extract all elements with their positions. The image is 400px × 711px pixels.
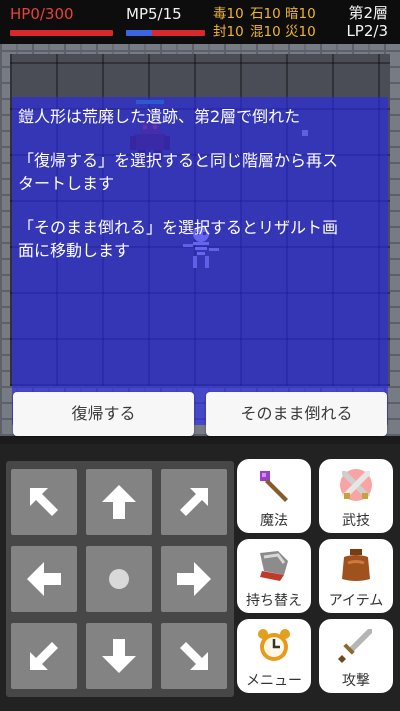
mp-bar (126, 30, 205, 36)
status-seal: 封10 (213, 24, 244, 40)
wait-dot-icon (109, 569, 129, 589)
dialog-message-line: タートします (18, 174, 115, 193)
arrow-up-right-icon (180, 488, 208, 516)
dialog-message-line: 「そのまま倒れる」を選択するとリザルト画 (18, 218, 339, 237)
swap-weapon-label: 持ち替え (246, 593, 302, 609)
mp-bar-fill (126, 30, 153, 36)
arrow-up-icon (102, 485, 136, 519)
status-disaster: 災10 (285, 24, 316, 40)
status-stone: 石10 (250, 6, 281, 22)
dialog-message-line: 「復帰する」を選択すると同じ階層から再ス (18, 151, 339, 170)
dialog-message-line: 面に移動します (18, 241, 131, 260)
attack-label: 攻撃 (342, 673, 370, 689)
sword-icon (338, 629, 372, 663)
magic-button[interactable]: 魔法 (237, 459, 311, 533)
dpad-right-button[interactable] (161, 546, 227, 612)
arrow-down-right-icon (180, 642, 208, 670)
skill-button[interactable]: 武技 (319, 459, 393, 533)
revive-button[interactable]: 復帰する (13, 392, 194, 436)
fall-as-is-button[interactable]: そのまま倒れる (206, 392, 387, 436)
lp-indicator: LP2/3 (346, 22, 388, 40)
arrow-left-icon (27, 562, 61, 596)
dpad-down-button[interactable] (86, 623, 152, 689)
status-resist-col3: 暗10 災10 (285, 5, 316, 41)
hp-text: HP0/300 (10, 5, 74, 23)
menu-button[interactable]: メニュー (237, 619, 311, 693)
direction-pad (6, 461, 234, 697)
weapon-swap-icon (260, 551, 288, 581)
item-bag-icon (342, 549, 370, 581)
status-confusion: 混10 (250, 24, 281, 40)
status-dark: 暗10 (285, 6, 316, 22)
status-poison: 毒10 (213, 6, 244, 22)
arrow-right-icon (177, 562, 211, 596)
arrow-up-left-icon (30, 488, 58, 516)
item-label: アイテム (328, 593, 384, 609)
skill-label: 武技 (342, 513, 370, 529)
magic-staff-icon (260, 471, 288, 502)
crossed-swords-icon (340, 469, 372, 501)
dpad-down-left-button[interactable] (11, 623, 77, 689)
arrow-down-icon (102, 639, 136, 673)
status-resist-col2: 石10 混10 (250, 5, 281, 41)
floor-indicator: 第2層 (348, 4, 388, 22)
arrow-down-left-icon (30, 642, 58, 670)
mp-text: MP5/15 (126, 5, 182, 23)
swap-weapon-button[interactable]: 持ち替え (237, 539, 311, 613)
dpad-down-right-button[interactable] (161, 623, 227, 689)
dpad-up-right-button[interactable] (161, 469, 227, 535)
item-button[interactable]: アイテム (319, 539, 393, 613)
alarm-clock-icon (258, 629, 290, 661)
attack-button[interactable]: 攻撃 (319, 619, 393, 693)
menu-label: メニュー (246, 673, 302, 689)
status-hud: HP0/300 MP5/15 毒10 封10 石10 混10 暗10 災10 第… (0, 0, 400, 44)
control-panel: 魔法 武技 持ち替え アイテム メニュー 攻撃 (0, 444, 400, 711)
game-over-dialog: 鎧人形は荒廃した遺跡、第2層で倒れた 「復帰する」を選択すると同じ階層から再ス … (12, 97, 388, 425)
dungeon-map[interactable]: 鎧人形は荒廃した遺跡、第2層で倒れた 「復帰する」を選択すると同じ階層から再ス … (0, 44, 400, 436)
dpad-wait-button[interactable] (86, 546, 152, 612)
status-resist-col1: 毒10 封10 (213, 5, 244, 41)
hp-bar (10, 30, 113, 36)
magic-label: 魔法 (260, 513, 288, 529)
dpad-left-button[interactable] (11, 546, 77, 612)
dialog-message-line: 鎧人形は荒廃した遺跡、第2層で倒れた (18, 107, 301, 126)
dpad-up-left-button[interactable] (11, 469, 77, 535)
dpad-up-button[interactable] (86, 469, 152, 535)
